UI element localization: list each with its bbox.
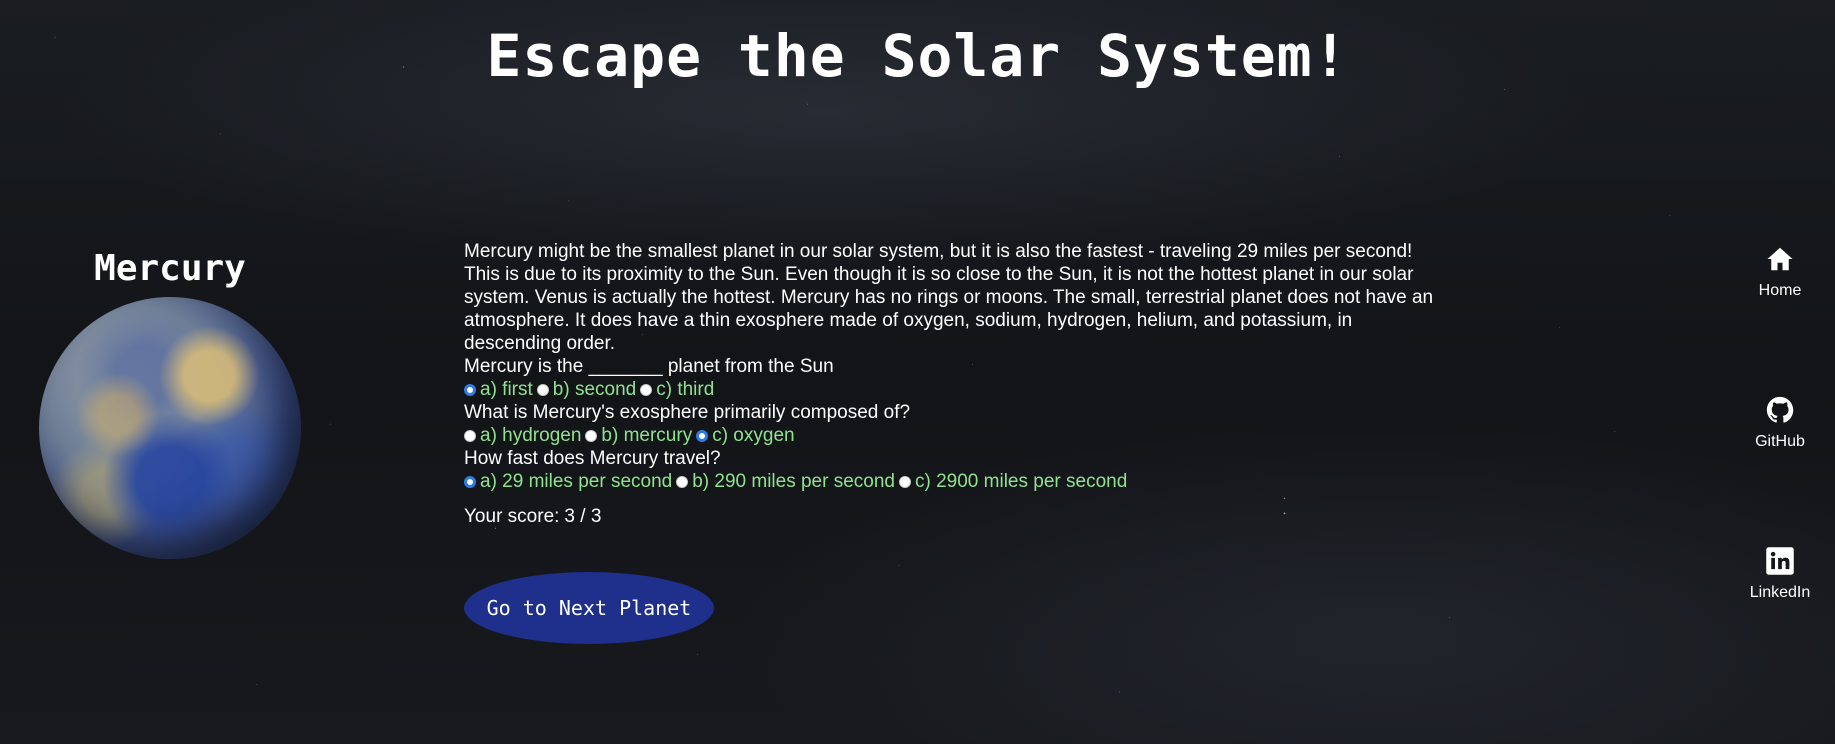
question-text: What is Mercury's exosphere primarily co…: [464, 402, 911, 423]
nav-label: Home: [1758, 282, 1802, 299]
quiz-question-1: Mercury is the _______ planet from the S…: [464, 355, 1434, 401]
nav-label: LinkedIn: [1749, 584, 1811, 601]
option-label: b) second: [552, 379, 637, 400]
planet-description: Mercury might be the smallest planet in …: [464, 241, 1434, 354]
radio-button[interactable]: [676, 475, 689, 488]
score-label: Your score:: [464, 506, 560, 527]
option-c[interactable]: c) third: [640, 378, 714, 401]
home-icon: [1767, 247, 1793, 271]
radio-button[interactable]: [585, 429, 598, 442]
option-c[interactable]: c) 2900 miles per second: [899, 470, 1127, 493]
question-options: a) 29 miles per second b) 290 miles per …: [464, 470, 1434, 493]
score-display: Your score: 3 / 3: [464, 505, 1434, 528]
option-label: a) hydrogen: [480, 425, 582, 446]
radio-button-checked[interactable]: [464, 383, 476, 396]
option-label: a) first: [480, 379, 533, 400]
question-options: a) hydrogen b) mercury c) oxygen: [464, 424, 1434, 447]
side-nav: Home GitHub LinkedIn: [1725, 244, 1835, 697]
option-c[interactable]: c) oxygen: [696, 424, 795, 447]
nav-item-home[interactable]: Home: [1758, 244, 1802, 300]
option-label: c) 2900 miles per second: [915, 471, 1128, 492]
radio-button-checked[interactable]: [696, 429, 709, 442]
radio-button[interactable]: [536, 383, 549, 396]
radio-button[interactable]: [464, 429, 476, 442]
option-b[interactable]: b) 290 miles per second: [676, 470, 895, 493]
option-b[interactable]: b) second: [536, 378, 637, 401]
nav-label: GitHub: [1755, 433, 1805, 450]
planet-name: Mercury: [94, 248, 246, 289]
option-a[interactable]: a) 29 miles per second: [464, 470, 672, 493]
option-label: b) mercury: [601, 425, 693, 446]
radio-button[interactable]: [899, 475, 911, 488]
score-value: 3 / 3: [564, 506, 602, 527]
option-label: b) 290 miles per second: [692, 471, 895, 492]
question-options: a) first b) second c) third: [464, 378, 1434, 401]
next-planet-button[interactable]: Go to Next Planet: [464, 572, 714, 644]
option-a[interactable]: a) hydrogen: [464, 424, 581, 447]
nav-item-github[interactable]: GitHub: [1755, 395, 1805, 451]
radio-button[interactable]: [640, 383, 653, 396]
option-label: c) third: [656, 379, 715, 400]
question-text: Mercury is the _______ planet from the S…: [464, 356, 834, 377]
question-text: How fast does Mercury travel?: [464, 448, 721, 469]
nav-item-linkedin[interactable]: LinkedIn: [1749, 546, 1811, 602]
linkedin-icon: [1766, 547, 1794, 575]
github-icon: [1766, 396, 1794, 423]
mercury-planet-image: [39, 297, 301, 559]
option-b[interactable]: b) mercury: [585, 424, 692, 447]
planet-content: Mercury might be the smallest planet in …: [464, 240, 1434, 528]
option-label: a) 29 miles per second: [480, 471, 673, 492]
quiz-question-3: How fast does Mercury travel? a) 29 mile…: [464, 447, 1434, 493]
option-label: c) oxygen: [712, 425, 795, 446]
option-a[interactable]: a) first: [464, 378, 533, 401]
planet-panel: Mercury: [30, 248, 310, 559]
page-title: Escape the Solar System!: [486, 22, 1349, 90]
radio-button-checked[interactable]: [464, 475, 476, 488]
quiz-question-2: What is Mercury's exosphere primarily co…: [464, 401, 1434, 447]
